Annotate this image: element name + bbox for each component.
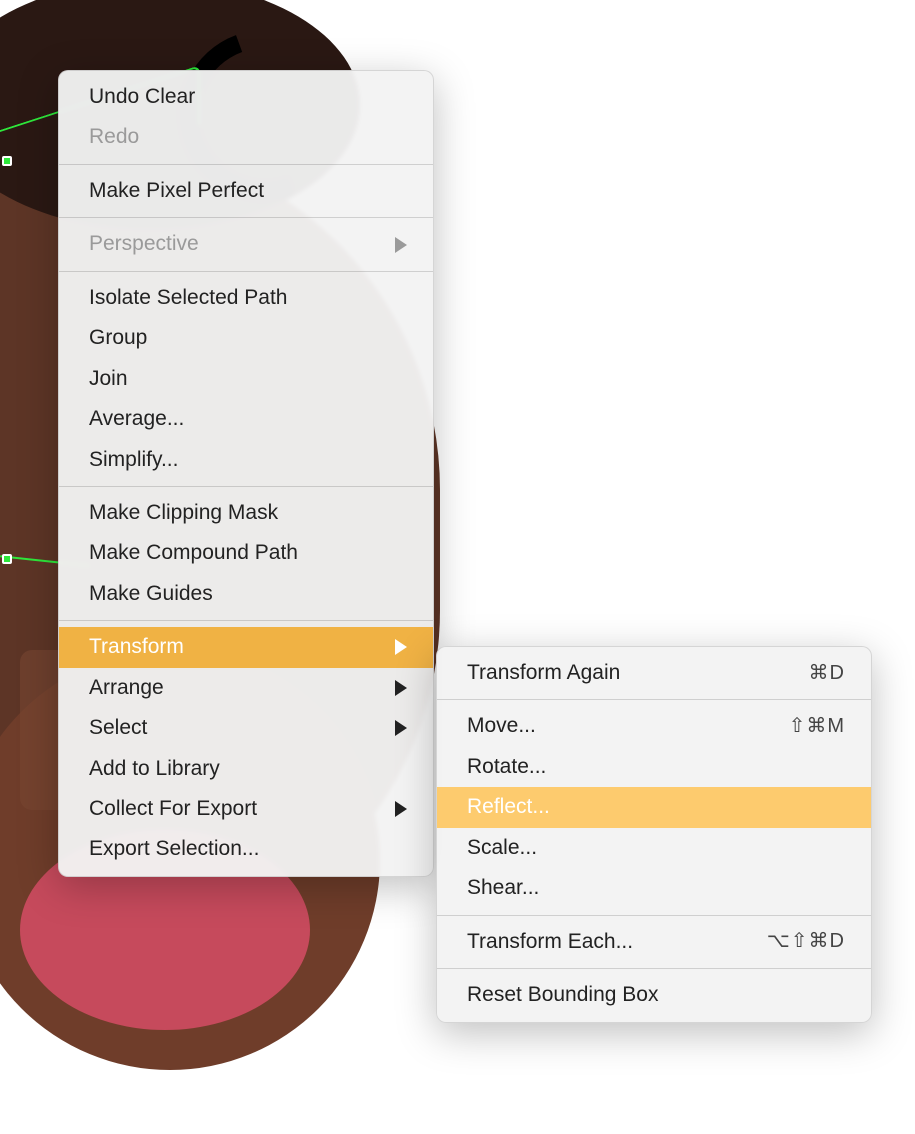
- menu-label: Select: [89, 713, 385, 743]
- menu-label: Arrange: [89, 673, 385, 703]
- menu-label: Scale...: [467, 833, 845, 863]
- transform-submenu: Transform Again ⌘D Move... ⇧⌘M Rotate...…: [436, 646, 872, 1023]
- menu-label: Isolate Selected Path: [89, 283, 407, 313]
- menu-separator: [437, 699, 871, 700]
- menu-separator: [59, 486, 433, 487]
- menu-separator: [59, 271, 433, 272]
- menu-item-isolate-selected-path[interactable]: Isolate Selected Path: [59, 278, 433, 318]
- menu-item-transform-each[interactable]: Transform Each... ⌥⇧⌘D: [437, 922, 871, 962]
- menu-item-average[interactable]: Average...: [59, 399, 433, 439]
- menu-label: Transform: [89, 632, 385, 662]
- menu-label: Rotate...: [467, 752, 845, 782]
- menu-item-scale[interactable]: Scale...: [437, 828, 871, 868]
- menu-item-reflect[interactable]: Reflect...: [437, 787, 871, 827]
- menu-item-reset-bounding-box[interactable]: Reset Bounding Box: [437, 975, 871, 1015]
- menu-separator: [59, 164, 433, 165]
- menu-label: Move...: [467, 711, 777, 741]
- menu-separator: [59, 620, 433, 621]
- submenu-arrow-icon: [395, 680, 407, 696]
- menu-label: Undo Clear: [89, 82, 407, 112]
- menu-label: Collect For Export: [89, 794, 385, 824]
- menu-label: Simplify...: [89, 445, 407, 475]
- menu-separator: [59, 217, 433, 218]
- menu-shortcut: ⌥⇧⌘D: [767, 927, 845, 956]
- menu-item-shear[interactable]: Shear...: [437, 868, 871, 908]
- menu-label: Make Guides: [89, 579, 407, 609]
- menu-item-collect-for-export[interactable]: Collect For Export: [59, 789, 433, 829]
- context-menu: Undo Clear Redo Make Pixel Perfect Persp…: [58, 70, 434, 877]
- submenu-arrow-icon: [395, 639, 407, 655]
- menu-item-redo: Redo: [59, 117, 433, 157]
- menu-item-select[interactable]: Select: [59, 708, 433, 748]
- menu-label: Reflect...: [467, 792, 845, 822]
- menu-label: Reset Bounding Box: [467, 980, 845, 1010]
- menu-item-add-to-library[interactable]: Add to Library: [59, 749, 433, 789]
- menu-label: Add to Library: [89, 754, 407, 784]
- menu-shortcut: ⌘D: [809, 659, 845, 688]
- menu-item-arrange[interactable]: Arrange: [59, 668, 433, 708]
- menu-label: Join: [89, 364, 407, 394]
- menu-item-make-clipping-mask[interactable]: Make Clipping Mask: [59, 493, 433, 533]
- menu-item-export-selection[interactable]: Export Selection...: [59, 829, 433, 869]
- anchor-point[interactable]: [2, 554, 12, 564]
- menu-label: Group: [89, 323, 407, 353]
- menu-item-transform[interactable]: Transform: [59, 627, 433, 667]
- menu-label: Average...: [89, 404, 407, 434]
- menu-item-transform-again[interactable]: Transform Again ⌘D: [437, 653, 871, 693]
- menu-shortcut: ⇧⌘M: [789, 712, 845, 741]
- submenu-arrow-icon: [395, 801, 407, 817]
- menu-label: Redo: [89, 122, 407, 152]
- menu-item-simplify[interactable]: Simplify...: [59, 440, 433, 480]
- menu-item-perspective: Perspective: [59, 224, 433, 264]
- menu-item-move[interactable]: Move... ⇧⌘M: [437, 706, 871, 746]
- menu-label: Perspective: [89, 229, 385, 259]
- menu-label: Make Clipping Mask: [89, 498, 407, 528]
- menu-item-undo[interactable]: Undo Clear: [59, 77, 433, 117]
- menu-item-group[interactable]: Group: [59, 318, 433, 358]
- menu-label: Make Compound Path: [89, 538, 407, 568]
- menu-separator: [437, 915, 871, 916]
- menu-label: Transform Each...: [467, 927, 755, 957]
- menu-label: Export Selection...: [89, 834, 407, 864]
- menu-label: Make Pixel Perfect: [89, 176, 407, 206]
- menu-separator: [437, 968, 871, 969]
- menu-item-make-compound-path[interactable]: Make Compound Path: [59, 533, 433, 573]
- menu-item-join[interactable]: Join: [59, 359, 433, 399]
- menu-item-make-pixel-perfect[interactable]: Make Pixel Perfect: [59, 171, 433, 211]
- menu-item-rotate[interactable]: Rotate...: [437, 747, 871, 787]
- anchor-point[interactable]: [2, 156, 12, 166]
- submenu-arrow-icon: [395, 237, 407, 253]
- submenu-arrow-icon: [395, 720, 407, 736]
- menu-label: Shear...: [467, 873, 845, 903]
- menu-item-make-guides[interactable]: Make Guides: [59, 574, 433, 614]
- menu-label: Transform Again: [467, 658, 797, 688]
